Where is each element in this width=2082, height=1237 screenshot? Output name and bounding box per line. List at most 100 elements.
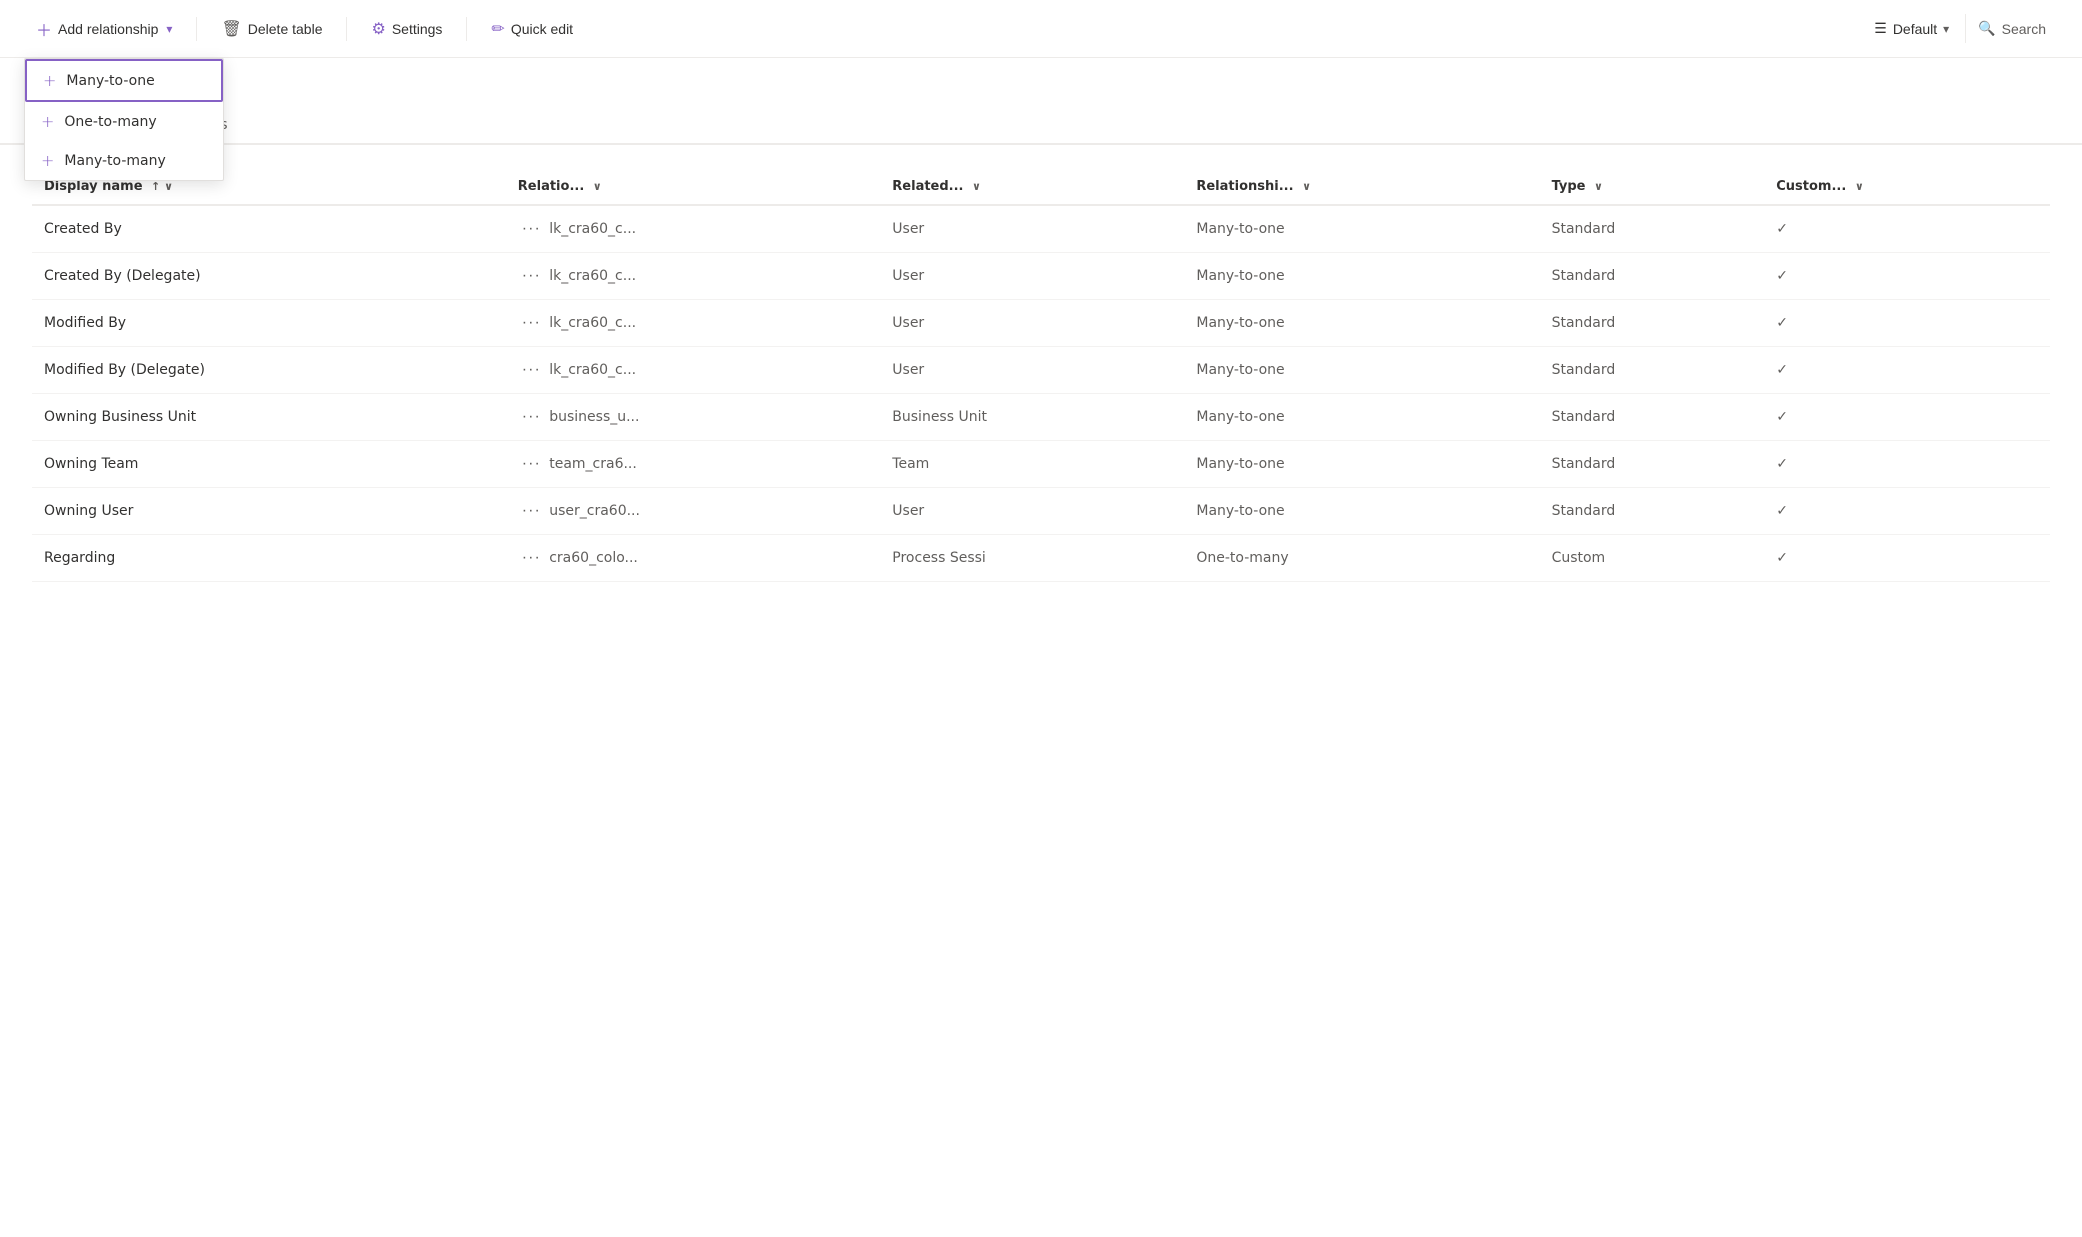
table-row: Modified By ··· lk_cra60_c... User Many-… xyxy=(32,300,2050,347)
plus-icon-many-to-many: + xyxy=(41,151,54,170)
delete-table-button[interactable]: 🗑 Delete table xyxy=(209,13,334,45)
search-button[interactable]: 🔍 Search xyxy=(1965,14,2058,43)
cell-related-7: Process Sessi xyxy=(880,535,1184,582)
cell-relation-6: ··· user_cra60... xyxy=(506,488,881,535)
cell-related-0: User xyxy=(880,205,1184,253)
settings-button[interactable]: ⚙ Settings xyxy=(359,13,454,45)
row-ellipsis-0[interactable]: ··· xyxy=(518,218,545,240)
tabs-bar: Relationships Views xyxy=(0,107,2082,145)
dropdown-chevron-icon: ▾ xyxy=(166,22,172,36)
cell-custom-7: ✓ xyxy=(1764,535,2050,582)
breadcrumb: Tables › Color xyxy=(0,58,2082,99)
quick-edit-button[interactable]: ✏ Quick edit xyxy=(479,13,585,45)
cell-relation-1: ··· lk_cra60_c... xyxy=(506,253,881,300)
toolbar-right: ☰ Default ▾ 🔍 Search xyxy=(1862,14,2058,43)
toolbar-separator-3 xyxy=(466,17,467,41)
col-custom[interactable]: Custom... ∨ xyxy=(1764,169,2050,205)
col-relation[interactable]: Relatio... ∨ xyxy=(506,169,881,205)
check-icon: ✓ xyxy=(1776,503,1788,519)
check-icon: ✓ xyxy=(1776,550,1788,566)
table-row: Owning Business Unit ··· business_u... B… xyxy=(32,394,2050,441)
cell-display-name-2: Modified By xyxy=(32,300,506,347)
row-ellipsis-3[interactable]: ··· xyxy=(518,359,545,381)
cell-type-0: Standard xyxy=(1540,205,1765,253)
view-icon: ☰ xyxy=(1874,20,1887,37)
delete-table-label: Delete table xyxy=(248,21,323,37)
cell-relation-2: ··· lk_cra60_c... xyxy=(506,300,881,347)
many-to-one-label: Many-to-one xyxy=(66,73,154,89)
check-icon: ✓ xyxy=(1776,456,1788,472)
cell-related-4: Business Unit xyxy=(880,394,1184,441)
cell-custom-3: ✓ xyxy=(1764,347,2050,394)
cell-related-2: User xyxy=(880,300,1184,347)
table-row: Regarding ··· cra60_colo... Process Sess… xyxy=(32,535,2050,582)
dropdown-item-many-to-many[interactable]: + Many-to-many xyxy=(25,141,223,180)
cell-relationship-1: Many-to-one xyxy=(1184,253,1539,300)
cell-relation-3: ··· lk_cra60_c... xyxy=(506,347,881,394)
table-area: Display name ↑ ∨ Relatio... ∨ Related...… xyxy=(0,145,2082,606)
pencil-icon: ✏ xyxy=(491,19,504,39)
default-label: Default xyxy=(1893,21,1937,37)
cell-related-3: User xyxy=(880,347,1184,394)
cell-type-1: Standard xyxy=(1540,253,1765,300)
search-label: Search xyxy=(2002,21,2046,37)
cell-relationship-3: Many-to-one xyxy=(1184,347,1539,394)
cell-custom-4: ✓ xyxy=(1764,394,2050,441)
cell-relationship-0: Many-to-one xyxy=(1184,205,1539,253)
cell-relation-0: ··· lk_cra60_c... xyxy=(506,205,881,253)
cell-type-3: Standard xyxy=(1540,347,1765,394)
row-ellipsis-6[interactable]: ··· xyxy=(518,500,545,522)
default-chevron-icon: ▾ xyxy=(1943,22,1949,36)
row-ellipsis-5[interactable]: ··· xyxy=(518,453,545,475)
sort-icon-display-name: ↑ ∨ xyxy=(151,180,173,193)
many-to-many-label: Many-to-many xyxy=(64,153,165,169)
check-icon: ✓ xyxy=(1776,268,1788,284)
cell-type-5: Standard xyxy=(1540,441,1765,488)
cell-type-7: Custom xyxy=(1540,535,1765,582)
col-related[interactable]: Related... ∨ xyxy=(880,169,1184,205)
plus-icon-many-to-one: + xyxy=(43,71,56,90)
table-header-row: Display name ↑ ∨ Relatio... ∨ Related...… xyxy=(32,169,2050,205)
cell-type-4: Standard xyxy=(1540,394,1765,441)
dropdown-item-one-to-many[interactable]: + One-to-many xyxy=(25,102,223,141)
cell-related-1: User xyxy=(880,253,1184,300)
col-relationship[interactable]: Relationshi... ∨ xyxy=(1184,169,1539,205)
row-ellipsis-2[interactable]: ··· xyxy=(518,312,545,334)
cell-relationship-5: Many-to-one xyxy=(1184,441,1539,488)
dropdown-item-many-to-one[interactable]: + Many-to-one xyxy=(25,59,223,102)
relationships-table: Display name ↑ ∨ Relatio... ∨ Related...… xyxy=(32,169,2050,582)
cell-type-6: Standard xyxy=(1540,488,1765,535)
cell-display-name-4: Owning Business Unit xyxy=(32,394,506,441)
cell-custom-1: ✓ xyxy=(1764,253,2050,300)
table-row: Owning Team ··· team_cra6... Team Many-t… xyxy=(32,441,2050,488)
col-type[interactable]: Type ∨ xyxy=(1540,169,1765,205)
cell-display-name-3: Modified By (Delegate) xyxy=(32,347,506,394)
row-ellipsis-7[interactable]: ··· xyxy=(518,547,545,569)
cell-display-name-7: Regarding xyxy=(32,535,506,582)
check-icon: ✓ xyxy=(1776,221,1788,237)
row-ellipsis-1[interactable]: ··· xyxy=(518,265,545,287)
trash-icon: 🗑 xyxy=(221,19,241,39)
cell-relationship-4: Many-to-one xyxy=(1184,394,1539,441)
cell-type-2: Standard xyxy=(1540,300,1765,347)
cell-relation-5: ··· team_cra6... xyxy=(506,441,881,488)
toolbar-separator-2 xyxy=(346,17,347,41)
chevron-relationship-icon: ∨ xyxy=(1302,180,1311,193)
row-ellipsis-4[interactable]: ··· xyxy=(518,406,545,428)
plus-icon-one-to-many: + xyxy=(41,112,54,131)
cell-relationship-2: Many-to-one xyxy=(1184,300,1539,347)
chevron-type-icon: ∨ xyxy=(1594,180,1603,193)
add-relationship-dropdown: + Many-to-one + One-to-many + Many-to-ma… xyxy=(24,58,224,181)
cell-relationship-7: One-to-many xyxy=(1184,535,1539,582)
chevron-relation-icon: ∨ xyxy=(593,180,602,193)
cell-display-name-0: Created By xyxy=(32,205,506,253)
quick-edit-label: Quick edit xyxy=(511,21,573,37)
add-relationship-button[interactable]: ＋ Add relationship ▾ xyxy=(24,11,184,47)
toolbar: ＋ Add relationship ▾ 🗑 Delete table ⚙ Se… xyxy=(0,0,2082,58)
table-row: Created By (Delegate) ··· lk_cra60_c... … xyxy=(32,253,2050,300)
cell-custom-0: ✓ xyxy=(1764,205,2050,253)
chevron-custom-icon: ∨ xyxy=(1855,180,1864,193)
gear-icon: ⚙ xyxy=(371,19,385,39)
default-view-button[interactable]: ☰ Default ▾ xyxy=(1862,14,1961,43)
table-row: Modified By (Delegate) ··· lk_cra60_c...… xyxy=(32,347,2050,394)
